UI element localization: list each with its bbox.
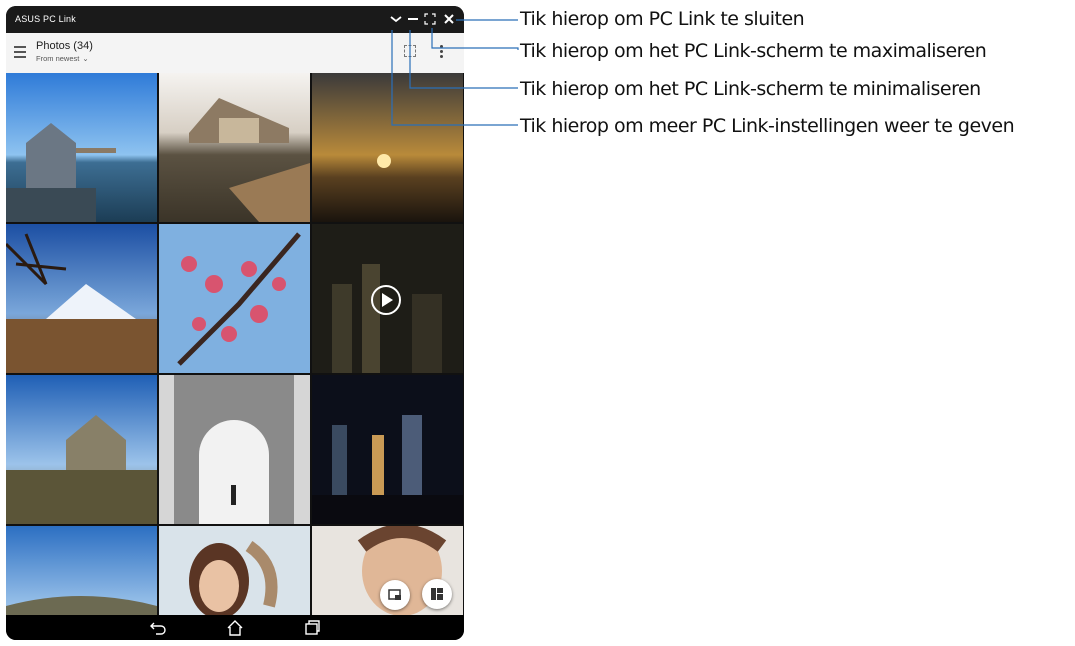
- callout-settings: Tik hierop om meer PC Link-instellingen …: [520, 115, 1015, 137]
- callout-minimize: Tik hierop om het PC Link-scherm te mini…: [520, 78, 981, 100]
- callout-close: Tik hierop om PC Link te sluiten: [520, 8, 805, 30]
- callout-maximize: Tik hierop om het PC Link-scherm te maxi…: [520, 40, 987, 62]
